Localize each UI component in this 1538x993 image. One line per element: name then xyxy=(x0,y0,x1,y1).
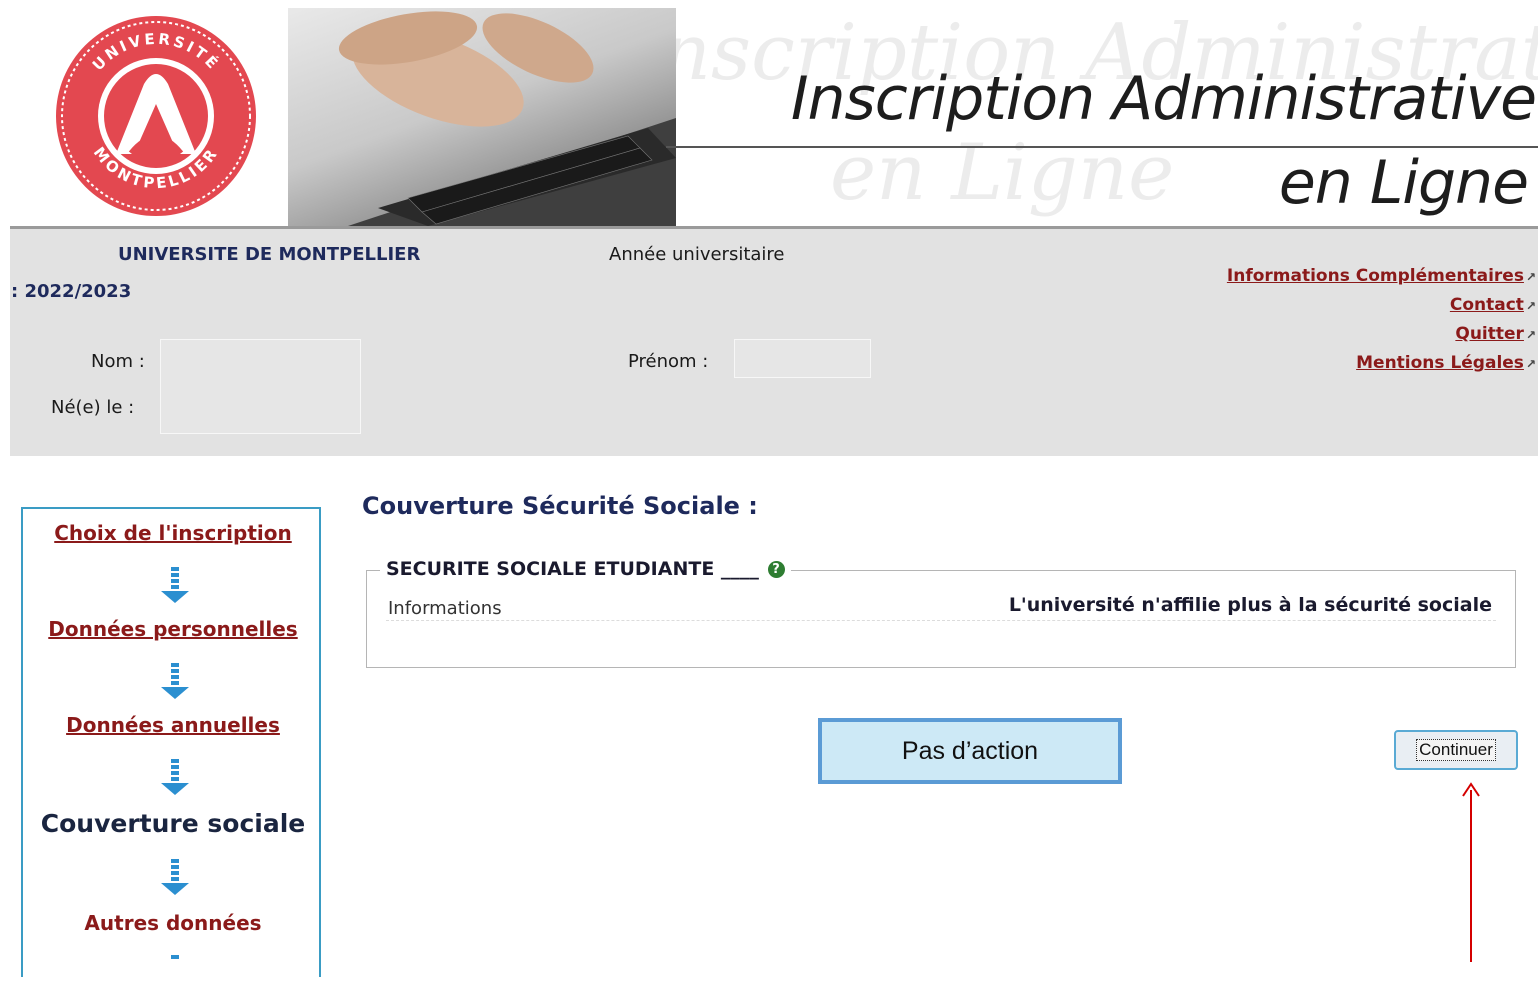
down-arrow-icon xyxy=(161,859,189,895)
continue-button-label: Continuer xyxy=(1416,739,1496,761)
down-arrow-icon xyxy=(161,567,189,603)
year-value: : 2022/2023 xyxy=(11,281,132,302)
info-label: Informations xyxy=(388,598,502,619)
university-name: UNIVERSITE DE MONTPELLIER xyxy=(118,244,421,265)
banner-title: Inscription Administrative xyxy=(790,64,1537,134)
keyboard-photo xyxy=(288,8,676,226)
banner-subtitle: en Ligne xyxy=(1278,148,1529,218)
nom-label: Nom : xyxy=(91,351,145,372)
annotation-text: Pas d’action xyxy=(901,736,1039,765)
link-label: Quitter xyxy=(1455,324,1524,344)
step-choix-inscription[interactable]: Choix de l'inscription xyxy=(23,521,323,545)
year-label: Année universitaire xyxy=(609,244,785,265)
external-arrow-icon: ↗ xyxy=(1525,270,1536,284)
external-arrow-icon: ↗ xyxy=(1525,299,1536,313)
down-arrow-icon xyxy=(171,955,179,959)
step-donnees-annuelles[interactable]: Données annuelles xyxy=(23,713,323,737)
row-divider xyxy=(386,620,1496,621)
prenom-field xyxy=(734,339,871,378)
step-autres-donnees: Autres données xyxy=(84,911,262,935)
step-donnees-personnelles[interactable]: Données personnelles xyxy=(23,617,323,641)
continue-button[interactable]: Continuer xyxy=(1394,730,1518,770)
page-title: Couverture Sécurité Sociale : xyxy=(362,492,758,520)
steps-sidebar: Choix de l'inscription Données personnel… xyxy=(21,507,321,977)
banner-watermark-2: en Ligne xyxy=(830,128,1175,218)
link-contact[interactable]: Contact ↗ xyxy=(1227,291,1536,320)
link-label: Contact xyxy=(1449,295,1524,315)
link-mentions-legales[interactable]: Mentions Légales ↗ xyxy=(1227,349,1536,378)
nom-field xyxy=(160,339,361,434)
link-label: Informations Complémentaires xyxy=(1226,266,1524,286)
annotation-arrow-shaft xyxy=(1470,790,1472,962)
external-arrow-icon: ↗ xyxy=(1525,357,1536,371)
annotation-arrow-head-icon xyxy=(1462,782,1480,797)
link-label: Mentions Légales xyxy=(1356,353,1524,373)
prenom-label: Prénom : xyxy=(628,351,709,372)
banner: Inscription Administrative en Ligne UNIV… xyxy=(10,8,1538,226)
top-links: Informations Complémentaires ↗ Contact ↗ Q… xyxy=(1227,262,1536,378)
external-arrow-icon: ↗ xyxy=(1525,328,1536,342)
link-informations-complementaires[interactable]: Informations Complémentaires ↗ xyxy=(1227,262,1536,291)
university-seal-logo: UNIVERSITÉ MONTPELLIER xyxy=(56,16,256,216)
help-icon[interactable]: ? xyxy=(767,561,785,578)
annotation-callout: Pas d’action xyxy=(818,718,1122,784)
ne-le-label: Né(e) le : xyxy=(51,397,135,418)
fieldset-legend-text: SECURITE SOCIALE ETUDIANTE ____ xyxy=(386,558,759,580)
securite-sociale-fieldset xyxy=(366,570,1516,668)
link-quitter[interactable]: Quitter ↗ xyxy=(1227,320,1536,349)
fieldset-legend: SECURITE SOCIALE ETUDIANTE ____ ? xyxy=(380,558,791,580)
down-arrow-icon xyxy=(161,663,189,699)
info-value: L'université n'affilie plus à la sécurit… xyxy=(1008,594,1492,616)
step-couverture-sociale: Couverture sociale xyxy=(40,809,306,838)
down-arrow-icon xyxy=(161,759,189,795)
